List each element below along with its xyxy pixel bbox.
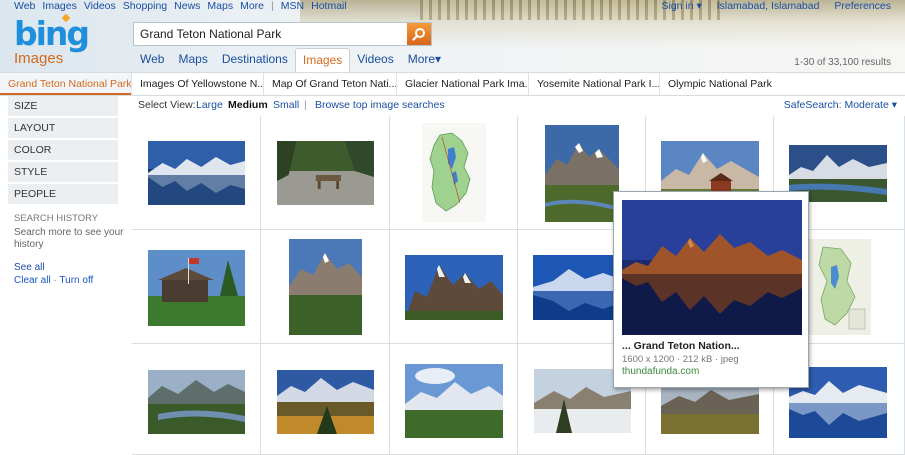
top-nav-news[interactable]: News: [174, 0, 200, 12]
clear-all-link[interactable]: Clear all: [14, 275, 51, 286]
image-thumbnail[interactable]: [405, 364, 503, 438]
top-nav-images[interactable]: Images: [42, 0, 76, 12]
vertical-label: Images: [14, 50, 64, 67]
filter-style[interactable]: STYLE: [8, 162, 118, 182]
search-icon: [412, 28, 425, 41]
image-result[interactable]: [261, 344, 390, 455]
image-thumbnail[interactable]: [148, 141, 245, 205]
select-view-label: Select View:: [138, 99, 196, 111]
preview-title[interactable]: ... Grand Teton Nation...: [622, 340, 740, 352]
related-search-item[interactable]: Yosemite National Park I...: [528, 73, 659, 95]
header-bar: Web Images Videos Shopping News Maps Mor…: [0, 0, 905, 72]
filter-size[interactable]: SIZE: [8, 96, 118, 116]
view-large-link[interactable]: Large: [196, 96, 223, 114]
image-thumbnail[interactable]: [289, 239, 362, 335]
scope-more[interactable]: More▾: [401, 48, 448, 72]
image-result[interactable]: [132, 230, 261, 344]
scope-destinations[interactable]: Destinations: [215, 48, 295, 72]
bing-logo[interactable]: bing: [14, 13, 96, 53]
image-result[interactable]: [261, 230, 390, 344]
image-thumbnail[interactable]: [422, 123, 486, 222]
top-nav-more[interactable]: More: [240, 0, 264, 12]
preview-meta: 1600 x 1200 · 212 kB · jpeg: [622, 354, 739, 365]
image-result[interactable]: [132, 344, 261, 455]
image-preview-card[interactable]: ... Grand Teton Nation... 1600 x 1200 · …: [613, 191, 809, 388]
image-result[interactable]: [132, 116, 261, 230]
image-thumbnail[interactable]: [277, 141, 374, 205]
logo-text: bing: [14, 14, 90, 53]
logo-dot-icon: [61, 13, 71, 23]
view-small-link[interactable]: Small: [273, 96, 299, 114]
filter-layout[interactable]: LAYOUT: [8, 118, 118, 138]
scope-tabs: Web Maps Destinations Images Videos More…: [133, 48, 448, 72]
preferences-link[interactable]: Preferences: [834, 0, 891, 12]
related-search-item[interactable]: Grand Teton National Park: [0, 73, 131, 95]
search-history-text: Search more to see your history: [14, 227, 124, 250]
scope-videos[interactable]: Videos: [350, 48, 400, 72]
search-box: [133, 22, 432, 46]
image-thumbnail[interactable]: [277, 370, 374, 434]
search-input[interactable]: [134, 23, 406, 45]
related-searches-bar: Grand Teton National Park Images Of Yell…: [0, 72, 905, 96]
related-search-item[interactable]: Images Of Yellowstone N...: [131, 73, 263, 95]
scope-images[interactable]: Images: [294, 48, 351, 72]
filter-color[interactable]: COLOR: [8, 140, 118, 160]
see-all-link[interactable]: See all: [14, 262, 45, 273]
related-search-item[interactable]: Glacier National Park Ima...: [396, 73, 528, 95]
top-nav-web[interactable]: Web: [14, 0, 35, 12]
top-nav-separator: |: [271, 0, 274, 12]
image-thumbnail[interactable]: [148, 250, 245, 326]
turn-off-link[interactable]: Turn off: [59, 275, 93, 286]
image-thumbnail[interactable]: [405, 255, 503, 320]
search-history-heading: SEARCH HISTORY: [14, 213, 99, 224]
top-nav-hotmail[interactable]: Hotmail: [311, 0, 347, 12]
top-nav: Web Images Videos Shopping News Maps Mor…: [14, 0, 354, 12]
history-actions: Clear all · Turn off: [14, 275, 93, 286]
left-panel: SIZE LAYOUT COLOR STYLE PEOPLE SEARCH HI…: [0, 96, 132, 455]
filter-people[interactable]: PEOPLE: [8, 184, 118, 204]
preview-source-link[interactable]: thundafunda.com: [622, 366, 699, 377]
top-nav-msn[interactable]: MSN: [281, 0, 304, 12]
image-result[interactable]: [390, 344, 518, 455]
top-nav-shopping[interactable]: Shopping: [123, 0, 167, 12]
view-medium-selected: Medium: [228, 99, 268, 111]
related-search-item[interactable]: Olympic National Park: [659, 73, 905, 95]
browse-top-searches-link[interactable]: Browse top image searches: [315, 96, 445, 114]
image-thumbnail[interactable]: [148, 370, 245, 434]
location-link[interactable]: Islamabad, Islamabad: [717, 0, 820, 12]
related-search-item[interactable]: Map Of Grand Teton Nati...: [263, 73, 396, 95]
safesearch-dropdown[interactable]: SafeSearch: Moderate ▾: [784, 96, 897, 114]
scope-web[interactable]: Web: [133, 48, 171, 72]
history-actions-separator: ·: [53, 275, 57, 286]
image-thumbnail[interactable]: [807, 239, 871, 335]
view-bar-separator: |: [304, 99, 307, 111]
result-count: 1-30 of 33,100 results: [794, 57, 891, 68]
top-right-links: Sign in ▾ Islamabad, Islamabad Preferenc…: [650, 0, 892, 12]
image-result[interactable]: [390, 230, 518, 344]
image-result[interactable]: [390, 116, 518, 230]
image-result[interactable]: [261, 116, 390, 230]
view-bar: Select View: Large Medium Small | Browse…: [132, 96, 905, 116]
scope-maps[interactable]: Maps: [171, 48, 214, 72]
preview-image[interactable]: [622, 200, 802, 335]
top-nav-maps[interactable]: Maps: [207, 0, 233, 12]
sign-in-link[interactable]: Sign in ▾: [662, 0, 702, 12]
image-thumbnail[interactable]: [545, 125, 619, 222]
top-nav-videos[interactable]: Videos: [84, 0, 116, 12]
search-button[interactable]: [407, 23, 431, 45]
